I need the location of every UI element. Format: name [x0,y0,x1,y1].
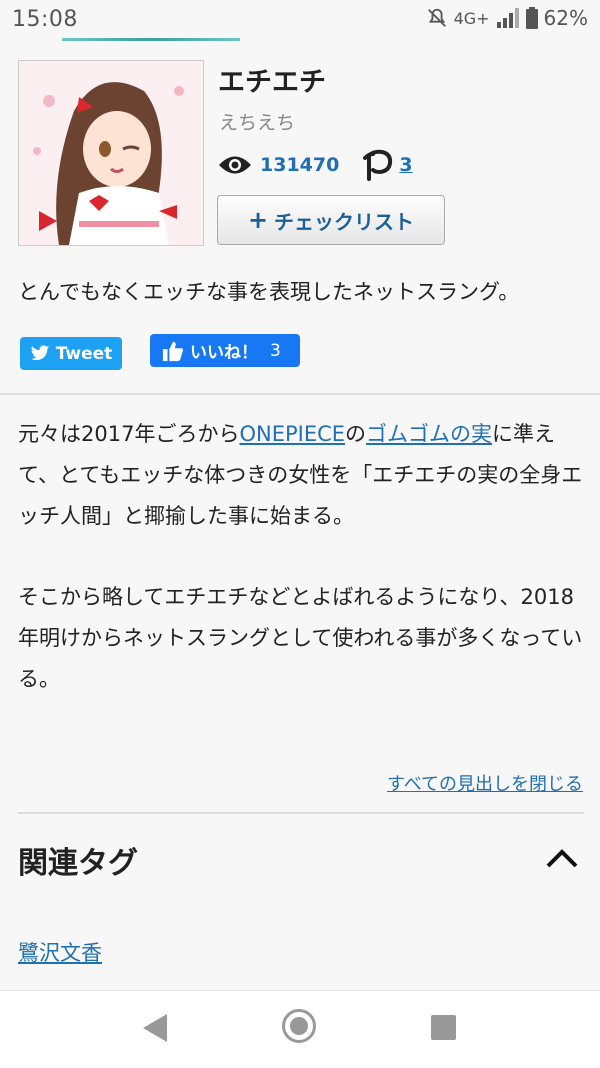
plus-icon: + [247,206,269,234]
body-text: 元々は2017年ごろから [18,422,240,446]
battery-icon [525,7,538,29]
notifications-off-icon [427,8,446,27]
body-paragraph: 元々は2017年ごろからONEPIECEのゴムゴムの実に準えて、とてもエッチな体… [18,414,588,537]
section-divider [0,393,600,395]
article-body: 元々は2017年ごろからONEPIECEのゴムゴムの実に準えて、とてもエッチな体… [18,414,588,740]
gomugomu-link[interactable]: ゴムゴムの実 [366,422,492,446]
article-reading: えちえち [219,112,296,134]
eye-icon [219,156,251,174]
like-label: いいね！ [190,343,258,363]
checklist-label: チェックリスト [274,209,415,234]
signal-icon [496,8,519,28]
tweet-label: Tweet [55,343,113,364]
thumbs-up-icon [162,341,184,361]
pixiv-count-link[interactable]: 3 [399,154,412,176]
like-count: 3 [270,340,281,361]
body-text: の [345,422,367,446]
recent-apps-icon[interactable] [431,1015,456,1040]
article-summary: とんでもなくエッチな事を表現したネットスラング。 [18,280,520,304]
battery-level: 62% [543,6,588,30]
related-tags-heading: 関連タグ [18,846,138,881]
thumbnail-illustration [19,61,203,245]
article-title: エチエチ [218,67,326,98]
status-icons: 4G+ 62% [426,6,588,30]
section-divider [18,812,584,814]
pixiv-p-icon [363,149,393,181]
onepiece-link[interactable]: ONEPIECE [239,422,345,446]
tweet-button[interactable]: Tweet [20,337,122,370]
body-paragraph: そこから略してエチエチなどとよばれるようになり、2018年明けからネットスラング… [18,585,583,691]
chevron-up-icon[interactable] [544,840,580,876]
close-all-headings-link[interactable]: すべての見出しを閉じる [387,770,583,796]
system-navigation-bar [0,990,600,1068]
add-to-checklist-button[interactable]: + チェックリスト [217,195,445,245]
article-stats: 131470 3 [218,148,413,182]
status-time: 15:08 [12,7,78,32]
back-icon[interactable] [143,1014,167,1042]
facebook-like-button[interactable]: いいね！ 3 [150,334,300,367]
network-label: 4G+ [453,8,490,28]
article-thumbnail[interactable] [18,60,204,246]
related-tag-link[interactable]: 鷺沢文香 [18,937,102,967]
view-count: 131470 [260,154,340,176]
twitter-bird-icon [30,345,49,361]
page-load-progress [62,38,240,41]
home-icon[interactable] [282,1009,316,1043]
status-bar: 15:08 4G+ 62% [0,0,600,42]
